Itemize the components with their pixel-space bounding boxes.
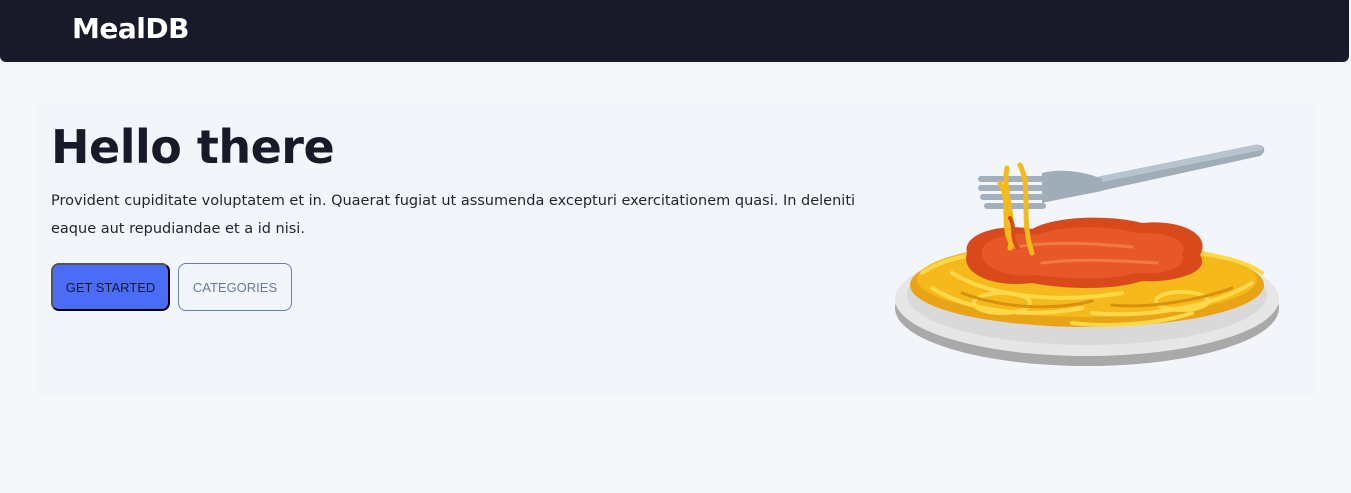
hero-title: Hello there [51,120,335,174]
spaghetti-plate-icon [895,144,1279,366]
navbar: MealDB [0,0,1349,62]
hero-description: Provident cupiditate voluptatem et in. Q… [51,193,856,237]
hero-section: Hello there Provident cupiditate volupta… [36,103,1316,395]
get-started-button[interactable]: GET STARTED [51,263,170,311]
brand-logo[interactable]: MealDB [72,12,189,45]
categories-button[interactable]: CATEGORIES [178,263,292,311]
